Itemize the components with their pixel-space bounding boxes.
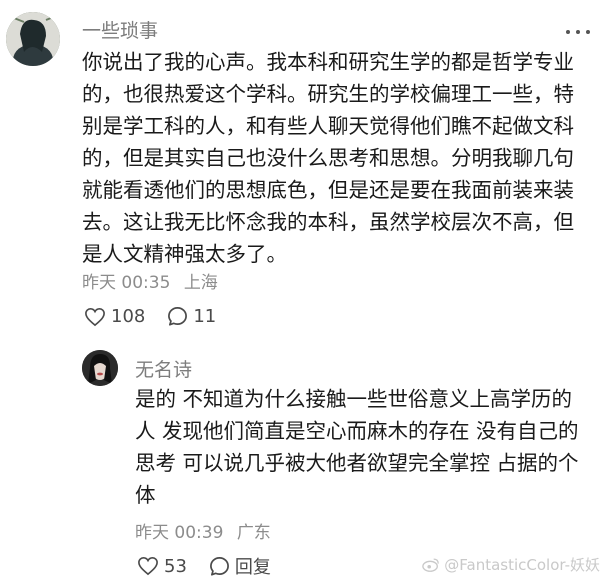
reply-line: 人 发现他们简直是空心而麻木的存在 没有自己的 [135, 419, 579, 443]
comment-meta: 昨天 00:35 上海 [82, 268, 218, 293]
username[interactable]: 无名诗 [135, 355, 192, 382]
like-button[interactable]: 53 [137, 556, 187, 577]
like-count: 53 [164, 555, 187, 577]
timestamp: 昨天 00:35 [82, 273, 171, 293]
reply-actions: 53 回复 [137, 553, 293, 579]
timestamp: 昨天 00:39 [135, 523, 224, 543]
location: 广东 [236, 523, 271, 543]
watermark-text: @FantasticColor-妖妖 [444, 556, 600, 574]
watermark: @FantasticColor-妖妖 [422, 554, 600, 575]
reply-button[interactable]: 回复 [209, 553, 271, 579]
reply-line: 体 [135, 483, 156, 507]
comment-line: 的，但是其实自己也没什么思考和思想。分明我聊几句 [82, 146, 574, 170]
reply-meta: 昨天 00:39 广东 [135, 518, 271, 543]
weibo-logo-icon [422, 558, 440, 572]
more-icon[interactable] [566, 30, 590, 34]
avatar[interactable] [82, 350, 118, 386]
reply-line: 是的 不知道为什么接触一些世俗意义上高学历的 [135, 387, 573, 411]
like-button[interactable]: 108 [84, 306, 145, 327]
heart-icon [85, 307, 105, 326]
comment-count: 11 [193, 306, 217, 327]
comment-text: 你说出了我的心声。我本科和研究生学的都是哲学专业 的，也很热爱这个学科。研究生的… [82, 46, 592, 270]
username[interactable]: 一些琐事 [82, 16, 158, 43]
comment-line: 是人文精神强太多了。 [82, 242, 287, 266]
like-count: 108 [111, 306, 146, 327]
heart-icon [138, 556, 158, 576]
comment-line: 的，也很热爱这个学科。研究生的学校偏理工一些，特 [82, 82, 574, 106]
reply-line: 思考 可以说几乎被大他者欲望完全掌控 占据的个 [135, 451, 579, 475]
comment-actions: 108 11 [84, 306, 238, 327]
comment-button[interactable]: 11 [167, 306, 216, 327]
comment-line: 你说出了我的心声。我本科和研究生学的都是哲学专业 [82, 50, 574, 74]
reply-text: 是的 不知道为什么接触一些世俗意义上高学历的 人 发现他们简直是空心而麻木的存在… [135, 383, 595, 511]
reply-label: 回复 [234, 557, 271, 578]
comment-line: 别是学工科的人，和有些人聊天觉得他们瞧不起做文科 [82, 114, 574, 138]
location: 上海 [183, 273, 218, 293]
avatar[interactable] [6, 12, 60, 66]
comment-icon [168, 307, 188, 326]
comment-line: 就能看透他们的思想底色，但是还是要在我面前装来装 [82, 178, 574, 202]
comment-line: 去。这让我无比怀念我的本科，虽然学校层次不高，但 [82, 210, 574, 234]
comment-icon [209, 556, 229, 576]
